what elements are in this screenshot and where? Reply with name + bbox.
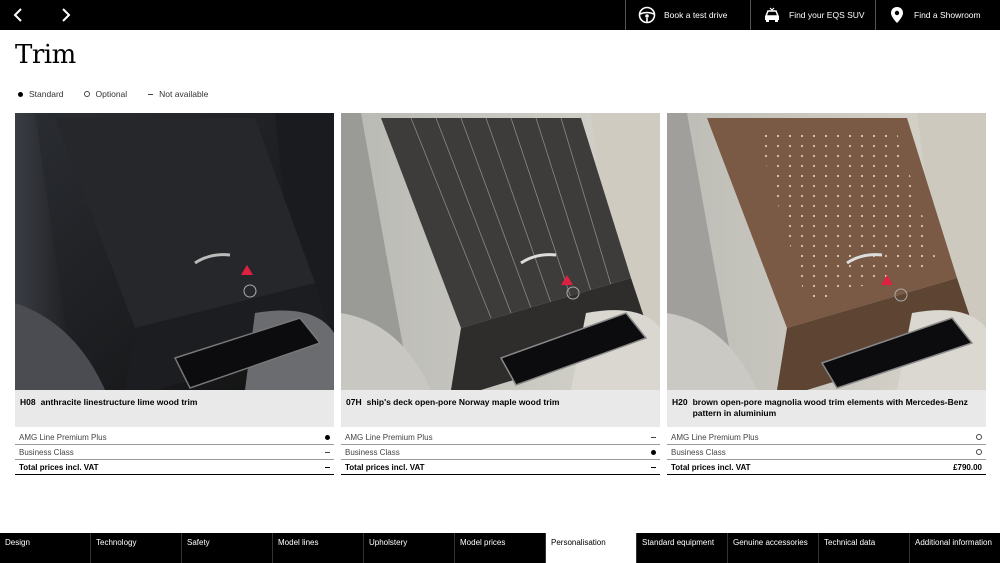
trim-name: anthracite linestructure lime wood trim [40,397,198,407]
total-label: Total prices incl. VAT [671,462,751,472]
not-available-dash-icon [651,466,656,468]
nav-tab-technology[interactable]: Technology [91,533,182,563]
previous-page-button[interactable] [8,4,30,26]
trim-code: H08 [20,397,36,407]
total-price-row: Total prices incl. VAT [341,460,660,475]
steering-wheel-icon [638,6,656,24]
optional-ring-icon [83,91,90,97]
total-price-row: Total prices incl. VAT £790.00 [667,460,986,475]
nav-tab-additional-information[interactable]: Additional information [910,533,1000,563]
trim-code: 07H [346,397,362,407]
find-a-showroom-button[interactable]: Find a Showroom [875,0,1000,30]
find-your-eqs-suv-label: Find your EQS SUV [789,10,865,20]
table-row: AMG Line Premium Plus [15,430,334,445]
not-available-dash-icon [325,451,330,453]
trim-name: ship's deck open-pore Norway maple wood … [366,397,560,407]
optional-ring-icon [976,434,982,440]
not-available-dash-icon [147,94,153,96]
table-row: Business Class [15,445,334,460]
nav-tab-model-lines[interactable]: Model lines [273,533,364,563]
location-pin-icon [888,6,906,24]
table-row: AMG Line Premium Plus [341,430,660,445]
legend-not-available: Not available [145,89,208,99]
trim-photo-ships-deck [341,113,660,390]
standard-dot-icon [325,434,330,440]
chevron-right-icon [62,8,71,22]
find-your-eqs-suv-button[interactable]: Find your EQS SUV [750,0,875,30]
chevron-left-icon [13,8,22,22]
legend-optional: Optional [82,89,128,99]
table-row: AMG Line Premium Plus [667,430,986,445]
find-a-showroom-label: Find a Showroom [914,10,981,20]
table-row: Business Class [341,445,660,460]
nav-tab-standard-equipment[interactable]: Standard equipment [637,533,728,563]
trim-photo-anthracite [15,113,334,390]
nav-tab-design[interactable]: Design [0,533,91,563]
legend: Standard Optional Not available [15,89,226,99]
total-label: Total prices incl. VAT [345,462,425,472]
not-available-dash-icon [651,436,656,438]
trim-photo-magnolia [667,113,986,390]
total-price: £790.00 [953,462,982,472]
page-title: Trim [15,40,76,70]
nav-tab-genuine-accessories[interactable]: Genuine accessories [728,533,819,563]
nav-tab-technical-data[interactable]: Technical data [819,533,910,563]
book-test-drive-button[interactable]: Book a test drive [625,0,750,30]
standard-dot-icon [651,449,656,455]
top-bar: Book a test drive Find your EQS SUV Find… [0,0,1000,30]
nav-tab-model-prices[interactable]: Model prices [455,533,546,563]
row-label: AMG Line Premium Plus [671,432,759,442]
trim-caption: H20 brown open-pore magnolia wood trim e… [667,390,986,427]
total-label: Total prices incl. VAT [19,462,99,472]
table-row: Business Class [667,445,986,460]
next-page-button[interactable] [54,4,76,26]
trim-name: brown open-pore magnolia wood trim eleme… [692,397,968,418]
nav-tab-safety[interactable]: Safety [182,533,273,563]
car-icon [763,6,781,24]
not-available-dash-icon [325,466,330,468]
row-label: Business Class [19,447,74,457]
total-price-row: Total prices incl. VAT [15,460,334,475]
trim-caption: 07H ship's deck open-pore Norway maple w… [341,390,660,427]
availability-table: AMG Line Premium Plus Business Class Tot… [341,430,660,475]
row-label: AMG Line Premium Plus [19,432,107,442]
trim-caption: H08 anthracite linestructure lime wood t… [15,390,334,427]
optional-ring-icon [976,449,982,455]
row-label: Business Class [345,447,400,457]
nav-tab-personalisation[interactable]: Personalisation [546,533,637,563]
row-label: Business Class [671,447,726,457]
book-test-drive-label: Book a test drive [664,10,728,20]
availability-table: AMG Line Premium Plus Business Class Tot… [667,430,986,475]
row-label: AMG Line Premium Plus [345,432,433,442]
nav-tab-upholstery[interactable]: Upholstery [364,533,455,563]
legend-optional-label: Optional [95,89,128,99]
bottom-navigation: Design Technology Safety Model lines Uph… [0,533,1000,563]
trim-card-07h: 07H ship's deck open-pore Norway maple w… [341,113,660,475]
trim-card-h08: H08 anthracite linestructure lime wood t… [15,113,334,475]
availability-table: AMG Line Premium Plus Business Class Tot… [15,430,334,475]
standard-dot-icon [17,92,23,97]
legend-not-available-label: Not available [159,89,209,99]
legend-standard-label: Standard [29,89,64,99]
legend-standard: Standard [15,89,64,99]
trim-code: H20 [672,397,688,407]
trim-card-h20: H20 brown open-pore magnolia wood trim e… [667,113,986,475]
